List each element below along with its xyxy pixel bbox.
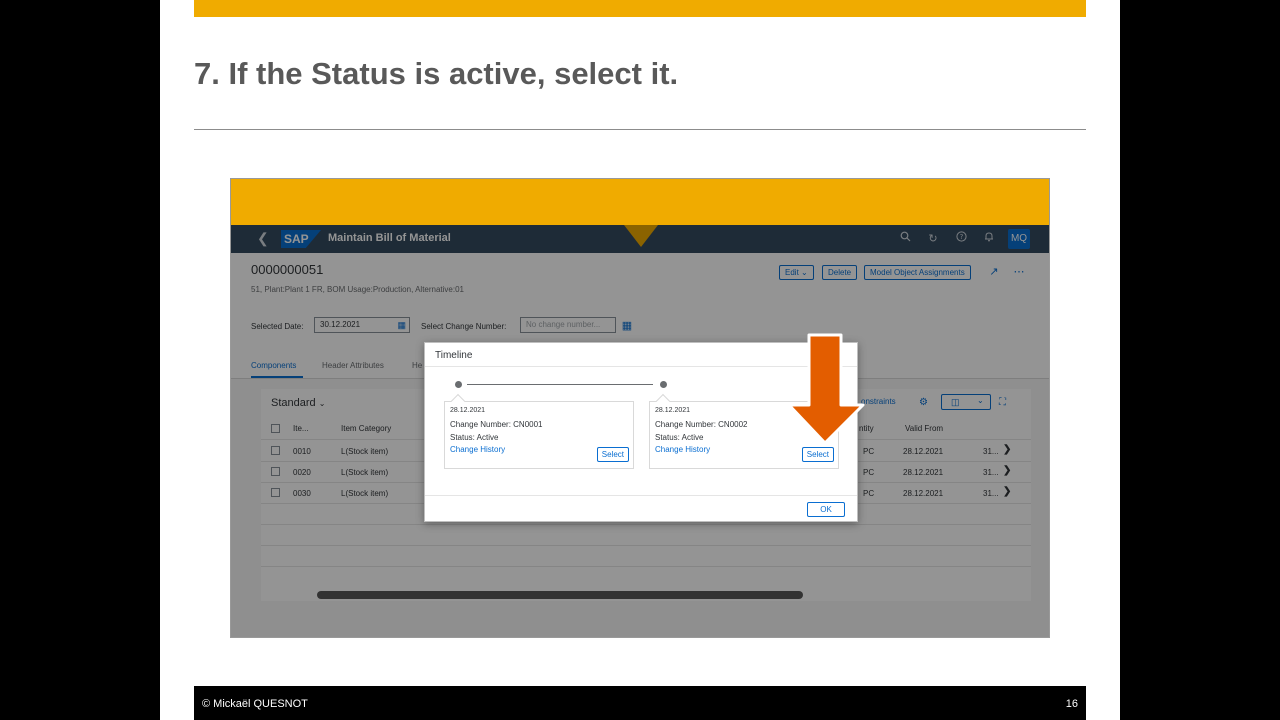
page-number: 16 bbox=[1065, 698, 1078, 710]
slide-title: 7. If the Status is active, select it. bbox=[194, 56, 679, 91]
copyright: © Mickaël QUESNOT bbox=[202, 698, 308, 710]
card-pointer bbox=[450, 393, 466, 409]
card-pointer bbox=[655, 393, 671, 409]
card-change-number: Change Number: CN0002 bbox=[655, 420, 748, 429]
timeline-card-cn0001: 28.12.2021 Change Number: CN0001 Status:… bbox=[444, 393, 634, 469]
timeline-dot bbox=[660, 381, 667, 388]
slide-accent-bar bbox=[194, 0, 1086, 17]
change-history-link[interactable]: Change History bbox=[450, 445, 505, 454]
card-date: 28.12.2021 bbox=[450, 407, 486, 414]
card-status: Status: Active bbox=[655, 433, 704, 442]
timeline-dot bbox=[455, 381, 462, 388]
timeline-line bbox=[467, 384, 653, 385]
screenshot-accent-bar bbox=[231, 179, 1049, 225]
select-button[interactable]: Select bbox=[596, 447, 629, 462]
card-status: Status: Active bbox=[450, 433, 499, 442]
dialog-footer-divider bbox=[425, 495, 857, 496]
select-button[interactable]: Select bbox=[801, 447, 834, 462]
app-screenshot: ❮ SAP Maintain Bill of Material ↻ ? MQ 0… bbox=[230, 178, 1050, 638]
card-date: 28.12.2021 bbox=[655, 407, 691, 414]
slide-footer: © Mickaël QUESNOT 16 bbox=[194, 686, 1086, 720]
dialog-title: Timeline bbox=[435, 350, 473, 361]
title-divider bbox=[194, 129, 1086, 130]
change-history-link[interactable]: Change History bbox=[655, 445, 710, 454]
card-change-number: Change Number: CN0001 bbox=[450, 420, 543, 429]
pointer-arrow-icon bbox=[787, 333, 865, 445]
ok-button[interactable]: OK bbox=[807, 502, 845, 517]
